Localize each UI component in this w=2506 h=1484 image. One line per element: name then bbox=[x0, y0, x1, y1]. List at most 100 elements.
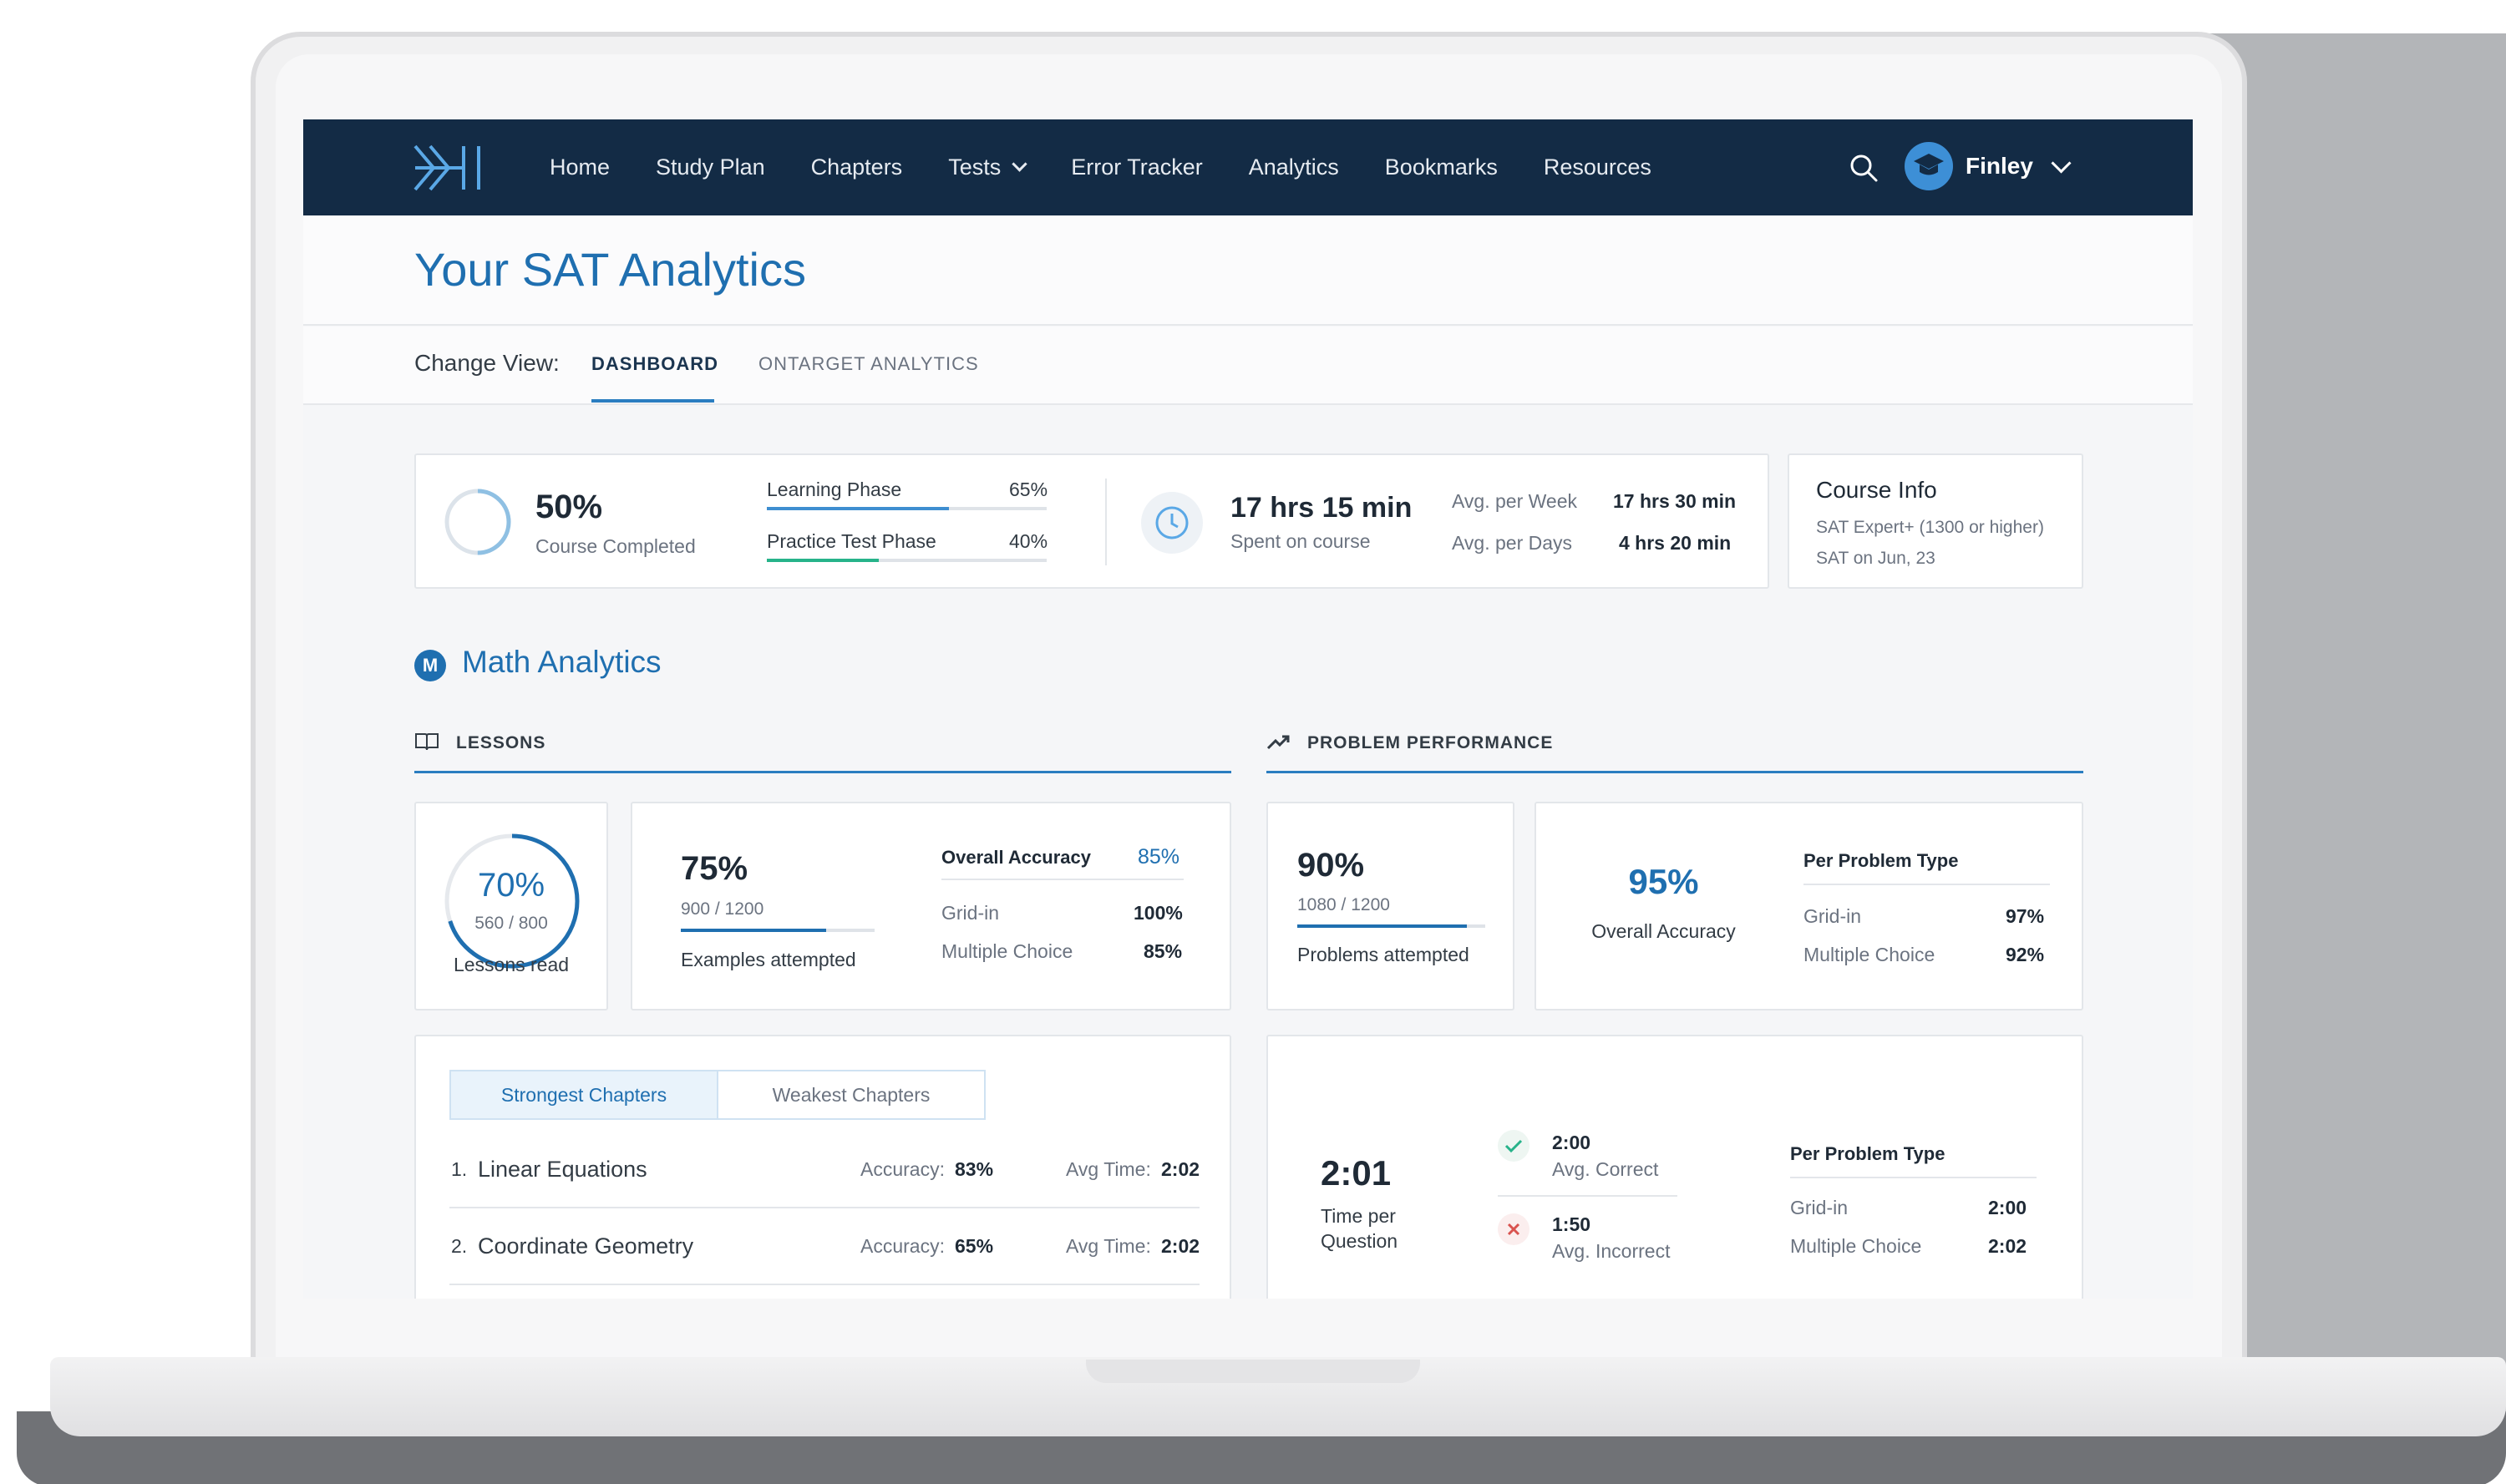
problems-percent: 90% bbox=[1297, 847, 1365, 884]
examples-card: 75% 900 / 1200 Examples attempted Overal… bbox=[631, 802, 1231, 1010]
problems-bar-fill bbox=[1297, 924, 1467, 928]
course-percent: 50% bbox=[535, 489, 603, 525]
time-spent-label: Spent on course bbox=[1230, 530, 1371, 552]
laptop-shadow bbox=[2205, 33, 2506, 1428]
math-badge-icon: M bbox=[414, 650, 446, 681]
course-info-line: SAT on Jun, 23 bbox=[1816, 549, 1935, 568]
page-title: Your SAT Analytics bbox=[414, 243, 806, 296]
tab-weakest-chapters[interactable]: Weakest Chapters bbox=[717, 1070, 986, 1120]
examples-label: Examples attempted bbox=[681, 949, 856, 970]
learning-phase-value: 65% bbox=[1009, 479, 1048, 500]
problems-bar bbox=[1297, 924, 1485, 928]
practice-phase-label: Practice Test Phase bbox=[767, 530, 936, 552]
time-spent: 17 hrs 15 min bbox=[1230, 492, 1413, 524]
chapter-time: 2:02 bbox=[1161, 1235, 1200, 1257]
chapters-card: Strongest Chapters Weakest Chapters 1. L… bbox=[414, 1035, 1231, 1299]
top-nav: Home Study Plan Chapters Tests Error Tra… bbox=[303, 119, 2193, 215]
trending-up-icon bbox=[1266, 735, 1290, 750]
time-per-question-label: Question bbox=[1321, 1230, 1398, 1252]
timing-per-type-title: Per Problem Type bbox=[1790, 1143, 1945, 1164]
avg-correct-label: Avg. Correct bbox=[1552, 1158, 1659, 1180]
avg-correct-value: 2:00 bbox=[1552, 1132, 1591, 1153]
examples-accuracy-value: 85% bbox=[1138, 845, 1180, 869]
chapter-time: 2:02 bbox=[1161, 1158, 1200, 1180]
title-band: Your SAT Analytics bbox=[303, 215, 2193, 326]
avg-day-label: Avg. per Days bbox=[1452, 532, 1573, 554]
learning-phase-fill bbox=[767, 507, 949, 510]
nav-links: Home Study Plan Chapters Tests Error Tra… bbox=[550, 119, 1697, 215]
graduation-cap-icon bbox=[1914, 154, 1944, 175]
tab-ontarget-analytics[interactable]: ONTARGET ANALYTICS bbox=[758, 353, 979, 375]
timing-row-value: 2:00 bbox=[1988, 1197, 2027, 1218]
nav-tests-label: Tests bbox=[948, 154, 1002, 180]
examples-bar bbox=[681, 929, 875, 932]
nav-error-tracker[interactable]: Error Tracker bbox=[1071, 154, 1203, 180]
examples-bar-fill bbox=[681, 929, 826, 932]
examples-percent: 75% bbox=[681, 850, 748, 887]
nav-study-plan[interactable]: Study Plan bbox=[656, 154, 765, 180]
learning-phase-bar bbox=[767, 507, 1047, 510]
per-type-row-value: 92% bbox=[2006, 944, 2045, 965]
course-progress-ring bbox=[444, 489, 511, 555]
nav-bookmarks[interactable]: Bookmarks bbox=[1385, 154, 1498, 180]
tab-dashboard[interactable]: DASHBOARD bbox=[591, 353, 718, 375]
problem-accuracy-label: Overall Accuracy bbox=[1591, 920, 1736, 942]
lessons-count: 560 / 800 bbox=[474, 914, 548, 933]
problem-accuracy-value: 95% bbox=[1628, 862, 1699, 901]
problem-accuracy-card: 95% Overall Accuracy Per Problem Type Gr… bbox=[1535, 802, 2083, 1010]
lessons-percent: 70% bbox=[477, 867, 545, 904]
chapter-accuracy: 83% bbox=[955, 1158, 994, 1180]
course-label: Course Completed bbox=[535, 535, 696, 557]
lessons-header-line bbox=[414, 771, 1231, 773]
user-menu-chevron-icon[interactable] bbox=[2051, 153, 2072, 174]
lessons-read-card: 70% 560 / 800 Lessons read bbox=[414, 802, 608, 1010]
problems-label: Problems attempted bbox=[1297, 944, 1469, 965]
lessons-label: Lessons read bbox=[453, 954, 570, 975]
math-analytics-title: Math Analytics bbox=[462, 645, 662, 679]
view-switcher: Change View: DASHBOARD ONTARGET ANALYTIC… bbox=[303, 327, 2193, 405]
nav-home[interactable]: Home bbox=[550, 154, 610, 180]
examples-row-value: 100% bbox=[1134, 902, 1183, 924]
examples-row-label: Grid-in bbox=[941, 902, 1000, 924]
performance-header-line bbox=[1266, 771, 2083, 773]
per-type-title: Per Problem Type bbox=[1803, 850, 1959, 871]
learning-phase-label: Learning Phase bbox=[767, 479, 902, 500]
chapter-accuracy-label: Accuracy: bbox=[860, 1158, 945, 1180]
tab-strongest-chapters[interactable]: Strongest Chapters bbox=[449, 1070, 718, 1120]
course-summary-card: 50% Course Completed Learning Phase 65% … bbox=[414, 453, 1769, 589]
avg-day-value: 4 hrs 20 min bbox=[1619, 532, 1732, 554]
nav-tests[interactable]: Tests bbox=[948, 154, 1027, 180]
nav-chapters[interactable]: Chapters bbox=[811, 154, 903, 180]
time-per-question-label: Time per bbox=[1321, 1205, 1396, 1227]
per-type-divider bbox=[1803, 884, 2050, 885]
nav-analytics[interactable]: Analytics bbox=[1249, 154, 1339, 180]
avg-incorrect-value: 1:50 bbox=[1552, 1213, 1591, 1235]
brand-logo-icon[interactable] bbox=[413, 143, 484, 193]
timing-divider bbox=[1498, 1195, 1677, 1197]
examples-count: 900 / 1200 bbox=[681, 899, 764, 919]
chapter-divider bbox=[449, 1207, 1200, 1208]
problems-count: 1080 / 1200 bbox=[1297, 895, 1390, 914]
problems-card: 90% 1080 / 1200 Problems attempted bbox=[1266, 802, 1514, 1010]
clock-icon bbox=[1141, 492, 1203, 554]
timing-row-label: Grid-in bbox=[1790, 1197, 1849, 1218]
avg-incorrect-label: Avg. Incorrect bbox=[1552, 1240, 1671, 1262]
chapter-time-label: Avg Time: bbox=[1066, 1235, 1151, 1257]
close-icon bbox=[1498, 1213, 1529, 1245]
course-info-card: Course Info SAT Expert+ (1300 or higher)… bbox=[1788, 453, 2083, 589]
avatar[interactable] bbox=[1905, 142, 1953, 190]
app-screen: Home Study Plan Chapters Tests Error Tra… bbox=[303, 119, 2193, 1299]
timing-card: 2:01 Time per Question 2:00 Avg. Correct… bbox=[1266, 1035, 2083, 1299]
per-type-row-value: 97% bbox=[2006, 905, 2045, 927]
chapter-rank: 1. bbox=[451, 1158, 468, 1180]
chapter-name: Coordinate Geometry bbox=[478, 1233, 694, 1259]
chevron-down-icon bbox=[1012, 156, 1027, 172]
per-type-row-label: Multiple Choice bbox=[1803, 944, 1935, 965]
summary-divider bbox=[1105, 479, 1107, 565]
nav-resources[interactable]: Resources bbox=[1544, 154, 1651, 180]
user-name[interactable]: Finley bbox=[1966, 153, 2033, 180]
check-icon bbox=[1498, 1130, 1529, 1162]
lessons-header: LESSONS bbox=[456, 733, 546, 752]
change-view-label: Change View: bbox=[414, 350, 560, 376]
search-icon[interactable] bbox=[1849, 153, 1879, 183]
